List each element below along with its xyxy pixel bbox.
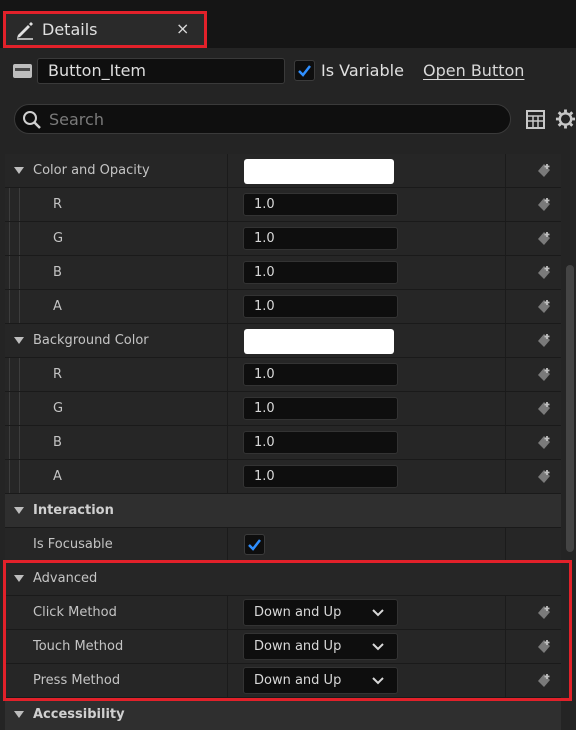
details-tab[interactable]: Details × (3, 11, 207, 48)
property-label: G (53, 401, 64, 416)
chevron-down-icon (372, 677, 384, 685)
property-label: Click Method (33, 605, 117, 620)
reset-to-default-icon[interactable] (535, 434, 553, 452)
category-accessibility[interactable]: Accessibility (5, 698, 561, 730)
numeric-input[interactable]: 1.0 (243, 295, 398, 318)
triangle-down-icon[interactable] (14, 711, 24, 718)
chevron-down-icon (372, 609, 384, 617)
property-row-press-method[interactable]: Press Method Down and Up (5, 664, 561, 698)
touch-method-dropdown[interactable]: Down and Up (243, 633, 398, 660)
property-row-click-method[interactable]: Click Method Down and Up (5, 596, 561, 630)
table-icon[interactable] (526, 110, 545, 129)
gear-icon[interactable] (555, 108, 576, 130)
chevron-down-icon (372, 643, 384, 651)
property-label: B (53, 435, 62, 450)
search-input[interactable] (49, 107, 499, 131)
numeric-input[interactable]: 1.0 (243, 227, 398, 250)
triangle-down-icon[interactable] (14, 507, 24, 514)
reset-to-default-icon[interactable] (535, 332, 553, 350)
reset-to-default-icon[interactable] (535, 230, 553, 248)
reset-to-default-icon[interactable] (535, 468, 553, 486)
color-swatch[interactable] (244, 329, 394, 354)
is-focusable-checkbox[interactable] (244, 534, 265, 555)
press-method-dropdown[interactable]: Down and Up (243, 667, 398, 694)
numeric-input[interactable]: 1.0 (243, 193, 398, 216)
numeric-input[interactable]: 1.0 (243, 363, 398, 386)
checkmark-icon (298, 65, 311, 77)
property-row-color-a[interactable]: A 1.0 (5, 290, 561, 324)
property-row-touch-method[interactable]: Touch Method Down and Up (5, 630, 561, 664)
property-label: Color and Opacity (33, 163, 150, 178)
property-row-background-b[interactable]: B 1.0 (5, 426, 561, 460)
category-interaction[interactable]: Interaction (5, 494, 561, 528)
property-label: G (53, 231, 64, 246)
property-label: Touch Method (33, 639, 124, 654)
category-label: Interaction (33, 503, 114, 518)
triangle-down-icon[interactable] (14, 337, 24, 344)
search-bar[interactable] (14, 104, 511, 134)
property-row-color-and-opacity[interactable]: Color and Opacity (5, 154, 561, 188)
widget-name-field[interactable]: Button_Item (37, 58, 285, 84)
open-button-link[interactable]: Open Button (423, 61, 524, 80)
property-label: A (53, 469, 62, 484)
numeric-input[interactable]: 1.0 (243, 431, 398, 454)
property-label: Press Method (33, 673, 121, 688)
dropdown-value: Down and Up (254, 605, 342, 620)
property-label: B (53, 265, 62, 280)
checkmark-icon (248, 539, 261, 551)
tab-title: Details (42, 20, 98, 39)
property-list: Color and Opacity R 1.0 G 1.0 B 1.0 A 1.… (5, 145, 561, 730)
reset-to-default-icon[interactable] (535, 604, 553, 622)
property-row-background-a[interactable]: A 1.0 (5, 460, 561, 494)
category-label: Accessibility (33, 707, 125, 722)
tab-bar: Details × (0, 0, 576, 48)
category-advanced[interactable]: Advanced (5, 562, 561, 596)
reset-to-default-icon[interactable] (535, 638, 553, 656)
property-label: R (53, 197, 63, 212)
property-label: Background Color (33, 333, 149, 348)
property-row-background-g[interactable]: G 1.0 (5, 392, 561, 426)
reset-to-default-icon[interactable] (535, 162, 553, 180)
property-row-background-color[interactable]: Background Color (5, 324, 561, 358)
numeric-input[interactable]: 1.0 (243, 261, 398, 284)
triangle-down-icon[interactable] (14, 167, 24, 174)
property-row-background-r[interactable]: R 1.0 (5, 358, 561, 392)
reset-to-default-icon[interactable] (535, 196, 553, 214)
is-variable-label: Is Variable (321, 61, 404, 80)
reset-to-default-icon[interactable] (535, 400, 553, 418)
reset-to-default-icon[interactable] (535, 672, 553, 690)
reset-to-default-icon[interactable] (535, 264, 553, 282)
numeric-input[interactable]: 1.0 (243, 465, 398, 488)
property-row-is-focusable[interactable]: Is Focusable (5, 528, 561, 562)
dropdown-value: Down and Up (254, 673, 342, 688)
property-label: Is Focusable (33, 537, 113, 552)
pencil-icon (17, 22, 33, 40)
numeric-input[interactable]: 1.0 (243, 397, 398, 420)
property-label: R (53, 367, 63, 382)
reset-to-default-icon[interactable] (535, 298, 553, 316)
reset-to-default-icon[interactable] (535, 366, 553, 384)
triangle-down-icon[interactable] (14, 575, 24, 582)
property-label: A (53, 299, 62, 314)
category-label: Advanced (33, 571, 98, 586)
widget-icon (13, 64, 32, 78)
scrollbar[interactable] (566, 265, 574, 552)
dropdown-value: Down and Up (254, 639, 342, 654)
click-method-dropdown[interactable]: Down and Up (243, 599, 398, 626)
is-variable-checkbox[interactable] (294, 60, 315, 81)
search-icon (23, 111, 41, 129)
property-row-color-r[interactable]: R 1.0 (5, 188, 561, 222)
color-swatch[interactable] (244, 159, 394, 184)
close-icon[interactable]: × (176, 19, 189, 38)
property-row-color-g[interactable]: G 1.0 (5, 222, 561, 256)
property-row-color-b[interactable]: B 1.0 (5, 256, 561, 290)
